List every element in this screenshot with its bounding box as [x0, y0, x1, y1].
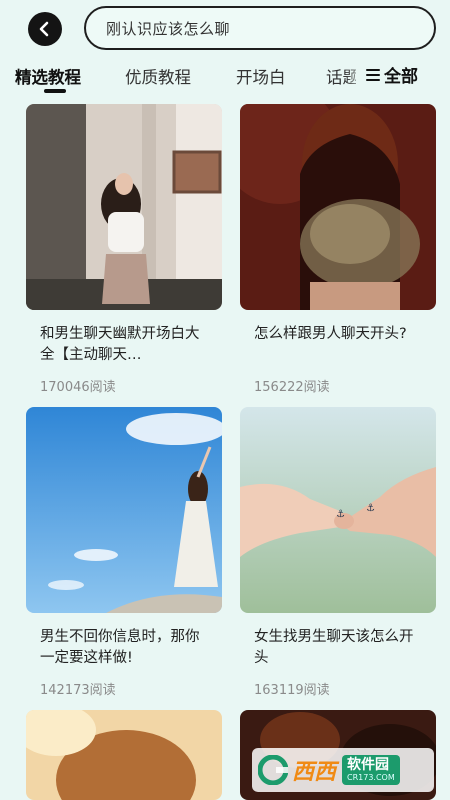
tab-fade [346, 58, 368, 94]
back-arrow-icon [39, 21, 49, 37]
watermark-site: 软件园 [347, 757, 390, 773]
article-card[interactable]: ⚓ ⚓ 女生找男生聊天该怎么开头 163119阅读 [240, 407, 436, 698]
article-thumbnail [240, 104, 436, 310]
svg-text:⚓: ⚓ [366, 503, 375, 514]
article-title: 男生不回你信息时，那你一定要这样做! [40, 629, 200, 666]
article-card[interactable]: 怎么样跟男人聊天开头? 156222阅读 [240, 104, 436, 395]
read-count: 142173阅读 [40, 683, 116, 698]
category-tabs: 精选教程 优质教程 开场白 话题 全部 [0, 58, 450, 98]
article-card[interactable]: 和男生聊天幽默开场白大全【主动聊天… 170046阅读 [26, 104, 222, 395]
search-query: 刚认识应该怎么聊 [106, 19, 231, 38]
active-tab-indicator [44, 89, 66, 93]
article-title: 怎么样跟男人聊天开头? [254, 326, 407, 342]
article-thumbnail [26, 710, 222, 800]
read-count: 163119阅读 [254, 683, 330, 698]
watermark-url: CR173.COM [347, 773, 395, 782]
article-title: 女生找男生聊天该怎么开头 [254, 629, 414, 666]
article-thumbnail [26, 407, 222, 613]
watermark-site-box: 软件园 CR173.COM [342, 755, 400, 785]
back-button[interactable] [28, 12, 62, 46]
read-count: 156222阅读 [254, 380, 330, 395]
article-card[interactable]: 男生不回你信息时，那你一定要这样做! 142173阅读 [26, 407, 222, 698]
tab-opening-lines[interactable]: 开场白 [236, 64, 286, 88]
all-categories-button[interactable]: 全部 [366, 62, 418, 87]
article-title: 和男生聊天幽默开场白大全【主动聊天… [40, 326, 200, 363]
tab-featured[interactable]: 精选教程 [15, 64, 81, 88]
watermark-brand: 西西 [292, 760, 337, 785]
article-thumbnail: ⚓ ⚓ [240, 407, 436, 613]
all-categories-label: 全部 [384, 67, 418, 87]
tab-quality[interactable]: 优质教程 [125, 64, 191, 88]
read-count: 170046阅读 [40, 380, 116, 395]
menu-icon [366, 68, 380, 81]
article-thumbnail [26, 104, 222, 310]
svg-text:⚓: ⚓ [336, 509, 345, 520]
article-card[interactable] [26, 710, 222, 800]
header: 刚认识应该怎么聊 [0, 0, 450, 56]
search-input[interactable]: 刚认识应该怎么聊 [84, 6, 436, 50]
watermark-logo-icon [258, 755, 288, 785]
watermark: 西西 软件园 CR173.COM [252, 748, 434, 792]
